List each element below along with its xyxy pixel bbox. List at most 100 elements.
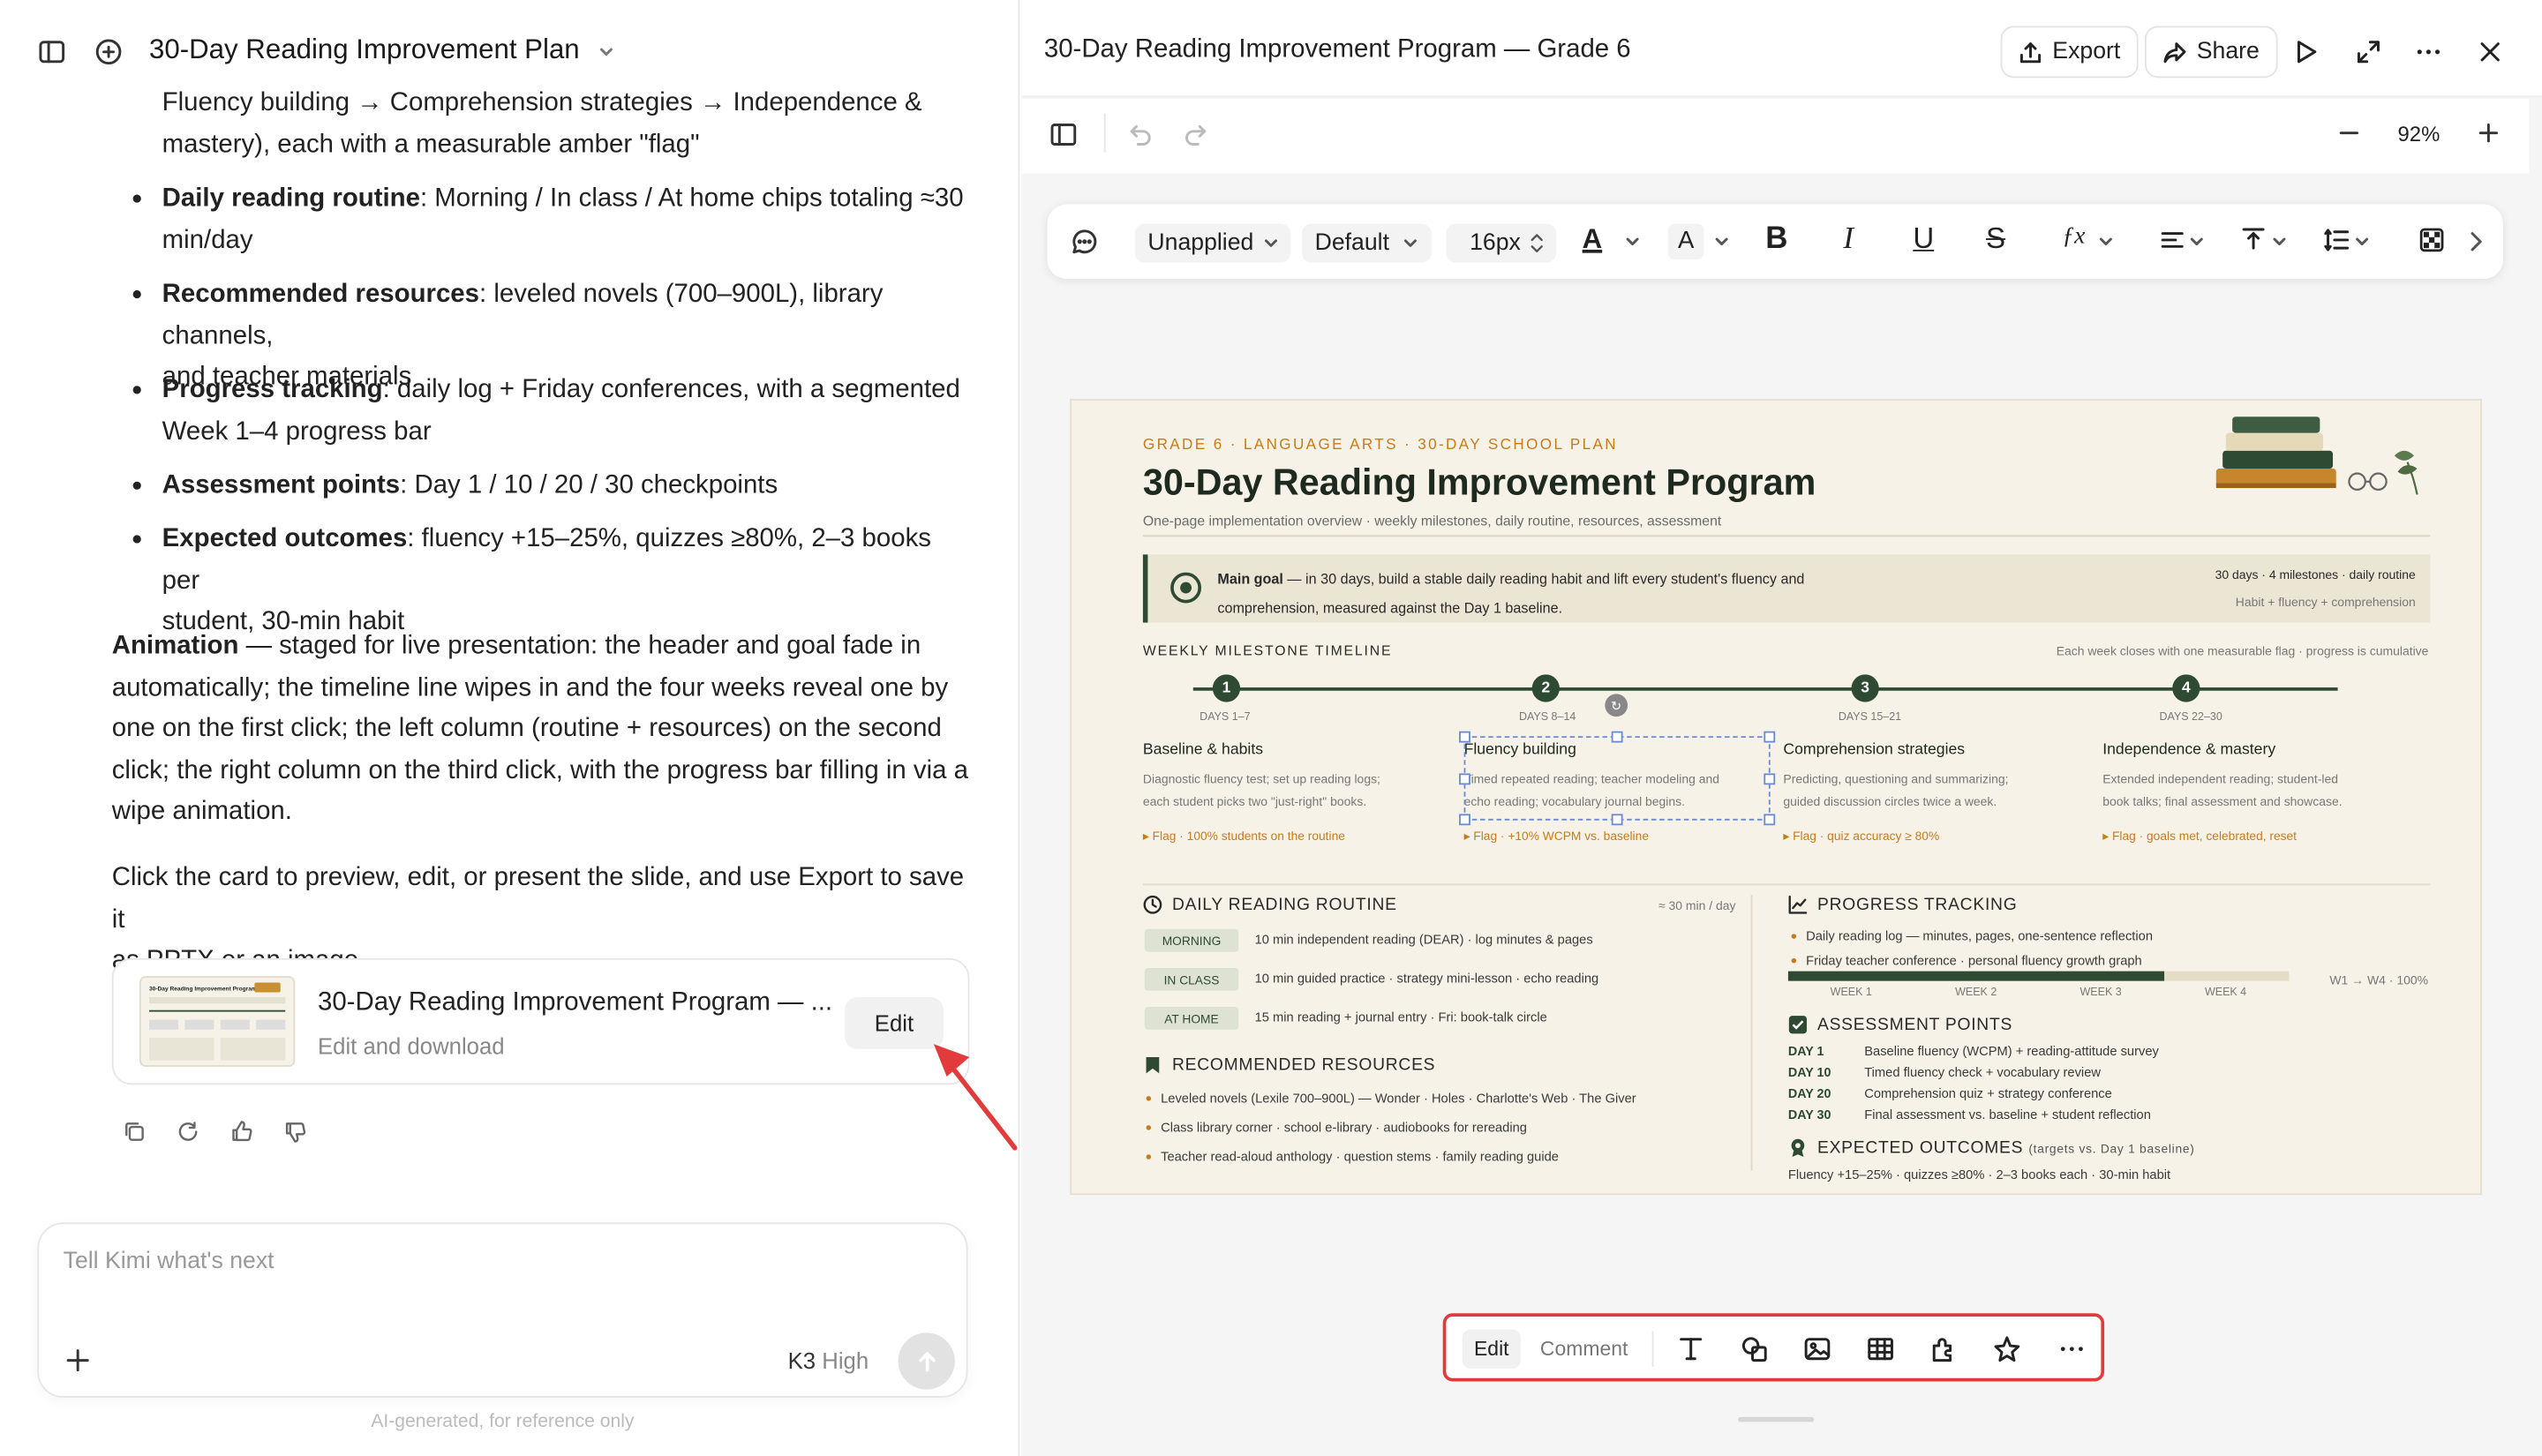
thumbs-up-icon[interactable] — [230, 1119, 255, 1144]
chevron-down-icon[interactable] — [2098, 234, 2114, 250]
zoom-level[interactable]: 92% — [2398, 122, 2440, 146]
align-left-icon[interactable] — [2160, 227, 2185, 252]
chat-title[interactable]: 30-Day Reading Improvement Plan — [149, 34, 616, 67]
award-icon — [1788, 1138, 1808, 1158]
progress-week-label: WEEK 2 — [1955, 987, 1997, 999]
books-illustration-icon — [2215, 417, 2418, 495]
chevron-down-icon[interactable] — [2189, 234, 2205, 250]
font-size-value: 16px — [1470, 229, 1521, 257]
share-button[interactable]: Share — [2144, 26, 2278, 79]
fill-pattern-icon[interactable] — [2418, 227, 2444, 252]
text-color-button[interactable]: A — [1583, 224, 1603, 257]
bullet-dot-icon — [132, 386, 141, 394]
close-icon[interactable] — [2476, 37, 2505, 66]
routine-chip: MORNING — [1144, 928, 1239, 952]
chevron-down-icon — [597, 41, 616, 61]
milestone-title: Comprehension strategies — [1783, 740, 1966, 759]
edit-mode-tab[interactable]: Edit — [1462, 1329, 1521, 1369]
send-button[interactable] — [898, 1332, 955, 1390]
chat-panel: 30-Day Reading Improvement Plan Fluency … — [0, 0, 1020, 1456]
chevron-down-icon[interactable] — [1624, 234, 1640, 250]
rotate-handle-icon[interactable]: ↻ — [1605, 694, 1628, 717]
plugin-icon[interactable] — [1929, 1334, 1959, 1363]
tracking-item: Daily reading log — minutes, pages, one-… — [1806, 928, 2154, 944]
goal-meta: 30 days · 4 milestones · daily routine — [2215, 567, 2416, 582]
animation-heading: Animation — [111, 632, 239, 660]
bullet-dot-icon — [132, 289, 141, 299]
milestone-flag: ▸ Flag · quiz accuracy ≥ 80% — [1783, 828, 1940, 844]
bullet-text: min/day — [162, 226, 253, 254]
milestone-days: DAYS 8–14 — [1519, 711, 1576, 724]
message-input[interactable]: Tell Kimi what's next — [64, 1249, 275, 1274]
resize-handle[interactable] — [1737, 1416, 1815, 1422]
effects-star-icon[interactable] — [1992, 1334, 2021, 1363]
animation-line: — staged for live presentation: the head… — [238, 632, 921, 660]
table-icon[interactable] — [1866, 1334, 1895, 1363]
milestone-title: Baseline & habits — [1142, 740, 1264, 759]
panel-layout-icon[interactable] — [1049, 120, 1078, 149]
undo-icon[interactable] — [1125, 120, 1154, 149]
progress-week-label: WEEK 3 — [2079, 987, 2122, 999]
outcomes-text: Fluency +15–25% · quizzes ≥80% · 2–3 boo… — [1787, 1167, 2171, 1182]
image-icon[interactable] — [1802, 1334, 1831, 1363]
comment-icon[interactable] — [1070, 227, 1099, 256]
milestone-description: Predicting, questioning and summarizing; — [1783, 771, 2009, 787]
message-composer[interactable]: Tell Kimi what's next K3 High — [37, 1222, 968, 1398]
edit-toolbar — [1021, 99, 2530, 174]
redo-icon[interactable] — [1182, 120, 1211, 149]
milestone-days: DAYS 1–7 — [1200, 711, 1251, 724]
strikethrough-button[interactable]: S — [1986, 222, 2005, 257]
line-spacing-icon[interactable] — [2323, 227, 2350, 252]
sidebar-toggle-icon[interactable] — [37, 37, 66, 66]
slide-card[interactable]: 30-Day Reading Improvement Program 30-Da… — [111, 957, 970, 1085]
bold-button[interactable]: B — [1765, 222, 1787, 258]
slide-title: 30-Day Reading Improvement Program — [1142, 462, 1816, 503]
copy-icon[interactable] — [124, 1121, 147, 1144]
bullet-text: : Morning / In class / At home chips tot… — [419, 184, 964, 213]
milestone-flag: ▸ Flag · +10% WCPM vs. baseline — [1463, 828, 1649, 844]
add-attachment-icon[interactable] — [64, 1347, 90, 1373]
new-chat-icon[interactable] — [94, 37, 124, 66]
regenerate-icon[interactable] — [177, 1121, 199, 1144]
milestone-description: book talks; final assessment and showcas… — [2102, 794, 2343, 809]
zoom-out-icon[interactable] — [2336, 120, 2362, 146]
export-button[interactable]: Export — [2000, 26, 2139, 79]
comment-mode-tab[interactable]: Comment — [1540, 1338, 1628, 1361]
zoom-in-icon[interactable] — [2476, 120, 2501, 146]
chevron-down-icon[interactable] — [2354, 234, 2370, 250]
progress-note: W1 → W4 · 100% — [2329, 972, 2428, 987]
highlight-color-button[interactable]: A — [1667, 223, 1704, 259]
intro-line: mastery), each with a measurable amber "… — [162, 130, 700, 159]
milestone-flag: ▸ Flag · 100% students on the routine — [1142, 828, 1345, 844]
animation-line: wipe animation. — [111, 798, 292, 826]
annotation-arrow-icon — [933, 1044, 1018, 1151]
font-size-stepper[interactable]: 16px — [1446, 223, 1557, 263]
more-tools-icon[interactable] — [2057, 1334, 2087, 1363]
shapes-icon[interactable] — [1740, 1334, 1769, 1363]
text-selection-box[interactable]: ↻ — [1459, 694, 1776, 826]
insert-toolbar: Edit Comment — [1442, 1313, 2105, 1382]
thumbs-down-icon[interactable] — [283, 1121, 308, 1145]
slide-canvas[interactable]: GRADE 6 · LANGUAGE ARTS · 30-DAY SCHOOL … — [1070, 399, 2483, 1196]
assessment-text: Timed fluency check + vocabulary review — [1864, 1065, 2101, 1080]
vertical-align-top-icon[interactable] — [2240, 225, 2266, 251]
chevron-right-icon[interactable] — [2468, 230, 2484, 253]
assessment-text: Final assessment vs. baseline + student … — [1864, 1107, 2151, 1122]
milestone-title: Independence & mastery — [2102, 740, 2276, 759]
paragraph-style-value: Unapplied — [1147, 229, 1254, 257]
more-options-icon[interactable] — [2414, 37, 2443, 66]
chevron-down-icon[interactable] — [2271, 234, 2287, 250]
slide-thumbnail[interactable]: 30-Day Reading Improvement Program — [139, 976, 296, 1068]
progress-week-label: WEEK 4 — [2204, 987, 2247, 999]
underline-button[interactable]: U — [1913, 222, 1934, 257]
font-family-select[interactable]: Default — [1301, 223, 1432, 263]
paragraph-style-select[interactable]: Unapplied — [1134, 223, 1291, 263]
text-tool-icon[interactable] — [1676, 1334, 1705, 1363]
model-selector[interactable]: K3 High — [788, 1347, 869, 1373]
timeline-heading: WEEKLY MILESTONE TIMELINE — [1142, 642, 1393, 658]
italic-button[interactable]: I — [1843, 222, 1854, 258]
chevron-down-icon[interactable] — [1713, 234, 1729, 250]
fullscreen-icon[interactable] — [2354, 37, 2383, 66]
formula-button[interactable]: ƒx — [2062, 224, 2085, 251]
present-play-icon[interactable] — [2290, 37, 2320, 66]
